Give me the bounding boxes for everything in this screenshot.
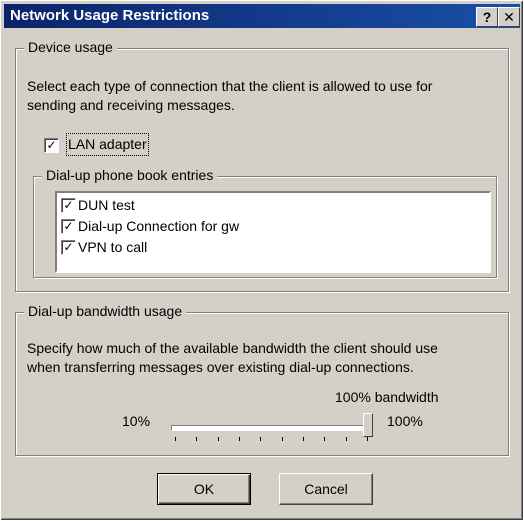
bandwidth-current-label: 100% bandwidth: [335, 389, 439, 405]
slider-tick: [217, 437, 219, 441]
bandwidth-group: Dial-up bandwidth usage: [15, 303, 509, 456]
slider-tick: [281, 437, 283, 441]
device-usage-description-1: Select each type of connection that the …: [27, 78, 433, 94]
bandwidth-slider-track[interactable]: [171, 425, 373, 431]
title-bar[interactable]: Network Usage Restrictions ? ✕: [4, 4, 520, 28]
dun-test-checkbox[interactable]: ✓: [61, 198, 76, 213]
lan-adapter-checkbox[interactable]: ✓: [44, 138, 59, 153]
slider-tick: [345, 437, 347, 441]
dialup-connection-checkbox[interactable]: ✓: [61, 219, 76, 234]
cancel-button[interactable]: Cancel: [279, 473, 373, 505]
help-button[interactable]: ?: [476, 7, 498, 27]
ok-button[interactable]: OK: [157, 473, 251, 505]
phonebook-legend: Dial-up phone book entries: [42, 167, 218, 183]
bandwidth-description-2: when transferring messages over existing…: [27, 359, 414, 375]
lan-adapter-label[interactable]: LAN adapter: [66, 133, 149, 156]
bandwidth-legend: Dial-up bandwidth usage: [24, 303, 187, 319]
device-usage-description-2: sending and receiving messages.: [27, 97, 235, 113]
list-item-label: Dial-up Connection for gw: [78, 218, 240, 234]
bandwidth-min-label: 10%: [122, 413, 151, 429]
help-icon: ?: [482, 9, 492, 25]
slider-tick: [175, 437, 176, 441]
bandwidth-description-1: Specify how much of the available bandwi…: [27, 340, 438, 356]
close-button[interactable]: ✕: [498, 7, 520, 27]
slider-tick: [260, 437, 262, 441]
list-item-label: VPN to call: [78, 239, 148, 255]
bandwidth-slider-thumb[interactable]: [363, 413, 373, 437]
vpn-to-call-checkbox[interactable]: ✓: [61, 240, 76, 255]
phonebook-list[interactable]: ✓ DUN test ✓ Dial-up Connection for gw ✓…: [55, 191, 491, 273]
window-title: Network Usage Restrictions: [10, 7, 210, 24]
dialog-window: Network Usage Restrictions ? ✕ Device us…: [0, 0, 524, 521]
slider-tick: [239, 437, 240, 441]
device-usage-legend: Device usage: [24, 39, 117, 55]
slider-tick: [303, 437, 304, 441]
slider-tick: [324, 437, 326, 441]
list-item-label: DUN test: [78, 197, 135, 213]
slider-tick: [367, 437, 368, 441]
bandwidth-max-label: 100%: [387, 413, 423, 429]
close-icon: ✕: [503, 9, 515, 25]
slider-tick: [196, 437, 198, 441]
